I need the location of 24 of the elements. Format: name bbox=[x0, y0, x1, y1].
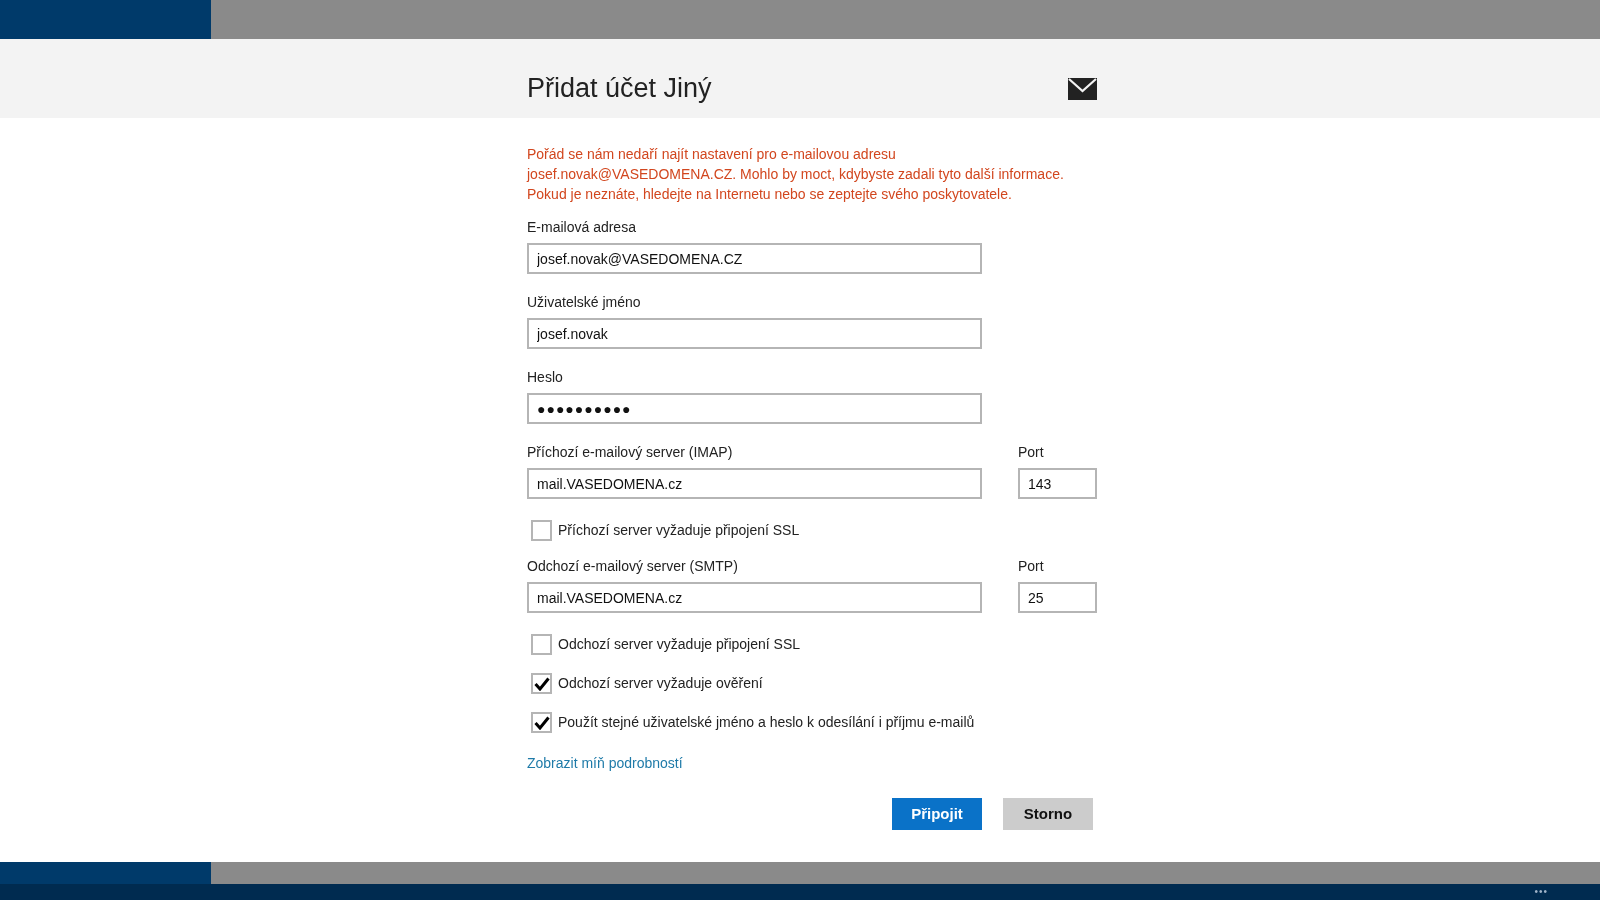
field-label: Heslo bbox=[527, 368, 564, 386]
field-label: E-mailová adresa bbox=[527, 218, 637, 236]
field-label: Příchozí e-mailový server (IMAP) bbox=[527, 443, 734, 461]
field-label: Odchozí e-mailový server (SMTP) bbox=[527, 557, 739, 575]
connect-button[interactable]: Připojit bbox=[892, 798, 982, 830]
field-label: Port bbox=[1018, 557, 1045, 575]
port-field[interactable]: 25 bbox=[1018, 582, 1097, 613]
checkbox-label: Odchozí server vyžaduje ověření bbox=[558, 674, 763, 693]
more-button[interactable]: ••• bbox=[1534, 887, 1548, 897]
server-field[interactable]: mail.VASEDOMENA.cz bbox=[527, 582, 982, 613]
show-less-details-link[interactable]: Zobrazit míň podrobností bbox=[527, 753, 683, 774]
input-field[interactable]: josef.novak bbox=[527, 318, 982, 349]
server-field[interactable]: mail.VASEDOMENA.cz bbox=[527, 468, 982, 499]
field-label: Port bbox=[1018, 443, 1045, 461]
checkbox-label: Odchozí server vyžaduje připojení SSL bbox=[558, 635, 800, 654]
dialog-title: Přidat účet Jiný bbox=[527, 72, 712, 106]
checkbox-label: Příchozí server vyžaduje připojení SSL bbox=[558, 521, 800, 540]
cancel-button[interactable]: Storno bbox=[1003, 798, 1093, 830]
password-field[interactable]: ●●●●●●●●●● bbox=[527, 393, 982, 424]
input-field[interactable]: josef.novak@VASEDOMENA.CZ bbox=[527, 243, 982, 274]
port-field[interactable]: 143 bbox=[1018, 468, 1097, 499]
field-label: Uživatelské jméno bbox=[527, 293, 642, 311]
error-message: Pořád se nám nedaří najít nastavení pro e-mailovou adresu josef.novak@VASEDOMENA.CZ. Mohlo by moct, kdybyste zadali tyto další informace. Pokud je neznáte, hledejte na Internetu nebo se zeptejte svého poskytovatele. bbox=[527, 145, 1065, 204]
checkbox-label: Použít stejné uživatelské jméno a heslo k odesílání i příjmu e-mailů bbox=[558, 713, 975, 732]
